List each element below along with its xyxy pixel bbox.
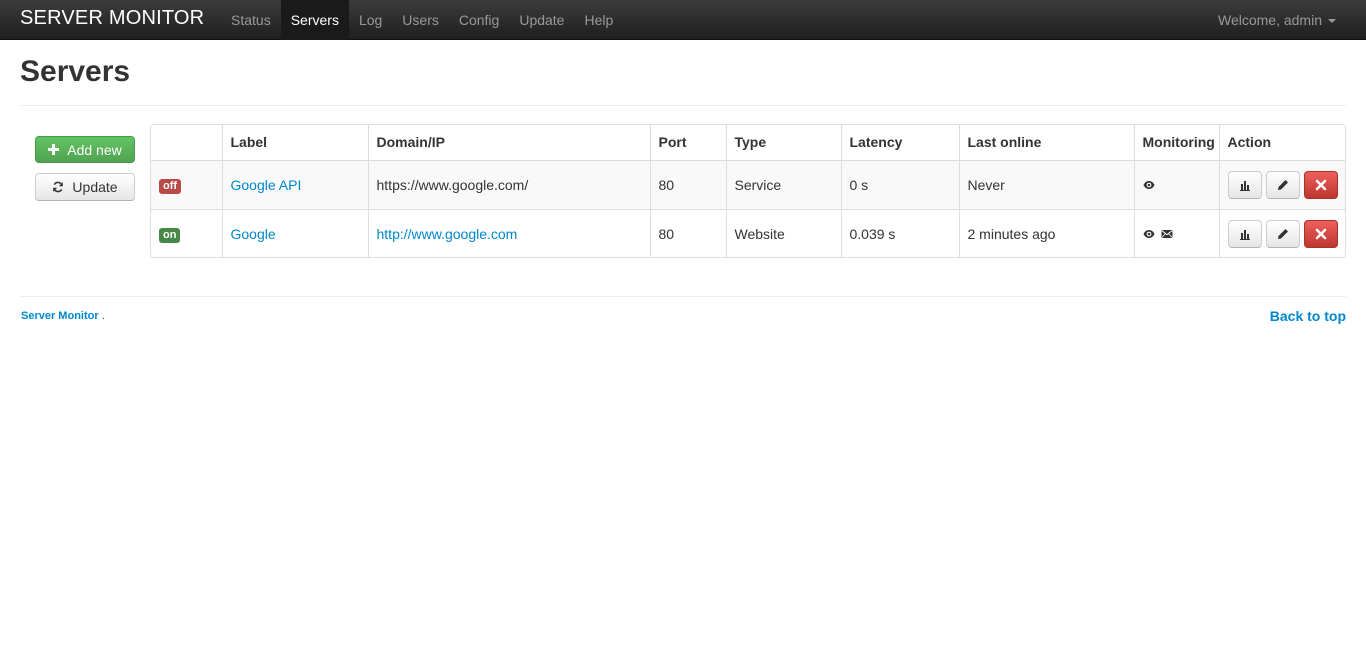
eye-icon bbox=[1143, 229, 1154, 238]
edit-button[interactable] bbox=[1265, 170, 1300, 199]
remove-icon bbox=[1315, 228, 1326, 240]
bar-chart-icon bbox=[1239, 180, 1250, 191]
type-cell: Website bbox=[725, 209, 841, 257]
plus-icon bbox=[48, 144, 60, 155]
column-header-monitoring: Monitoring bbox=[1133, 125, 1219, 160]
footer-dot: . bbox=[101, 310, 105, 322]
stats-button[interactable] bbox=[1227, 170, 1262, 199]
column-header-last-online: Last online bbox=[958, 125, 1134, 160]
nav-item-users[interactable]: Users bbox=[392, 0, 449, 40]
status-badge: off bbox=[159, 178, 182, 194]
add-new-label: Add new bbox=[67, 141, 122, 158]
refresh-icon bbox=[53, 181, 64, 193]
monitoring-cell bbox=[1133, 209, 1219, 257]
column-header-action: Action bbox=[1218, 125, 1345, 160]
domain-cell: http://www.google.com bbox=[367, 209, 650, 257]
main-nav: Status Servers Log Users Config Update H… bbox=[221, 0, 623, 40]
column-header-status bbox=[151, 125, 222, 160]
remove-icon bbox=[1315, 179, 1326, 190]
caret-down-icon bbox=[1328, 19, 1336, 23]
stats-button[interactable] bbox=[1227, 219, 1262, 248]
nav-item-servers[interactable]: Servers bbox=[280, 0, 349, 40]
column-header-port: Port bbox=[649, 125, 726, 160]
latency-cell: 0.039 s bbox=[840, 209, 959, 257]
delete-button[interactable] bbox=[1303, 170, 1338, 199]
delete-button[interactable] bbox=[1303, 219, 1338, 248]
nav-item-config[interactable]: Config bbox=[449, 0, 509, 40]
welcome-text: Welcome, admin bbox=[1217, 12, 1322, 28]
label-cell: Google bbox=[221, 209, 368, 257]
add-new-button[interactable]: Add new bbox=[35, 136, 135, 163]
pencil-icon bbox=[1277, 179, 1288, 190]
column-header-latency: Latency bbox=[840, 125, 959, 160]
footer-brand: Server Monitor . bbox=[21, 310, 105, 322]
last-online-cell: 2 minutes ago bbox=[958, 209, 1134, 257]
footer-brand-link[interactable]: Server Monitor bbox=[21, 310, 99, 322]
bar-chart-icon bbox=[1239, 229, 1250, 240]
brand-logo[interactable]: SERVER MONITOR bbox=[20, 7, 204, 30]
footer-divider bbox=[20, 296, 1346, 297]
servers-table: Label Domain/IP Port Type Latency Last o… bbox=[150, 124, 1346, 258]
eye-icon bbox=[1143, 180, 1154, 189]
action-cell bbox=[1218, 160, 1345, 209]
label-cell: Google API bbox=[221, 160, 368, 209]
table-header-row: Label Domain/IP Port Type Latency Last o… bbox=[151, 125, 1345, 160]
server-label-link[interactable]: Google bbox=[231, 226, 276, 242]
back-to-top-link[interactable]: Back to top bbox=[1270, 308, 1346, 324]
column-header-label: Label bbox=[221, 125, 368, 160]
status-badge: on bbox=[159, 227, 181, 243]
pencil-icon bbox=[1277, 228, 1288, 239]
status-cell: on bbox=[151, 209, 222, 257]
latency-cell: 0 s bbox=[840, 160, 959, 209]
update-button[interactable]: Update bbox=[35, 173, 135, 201]
update-label: Update bbox=[72, 179, 118, 195]
type-cell: Service bbox=[725, 160, 841, 209]
port-cell: 80 bbox=[649, 160, 726, 209]
table-row: on Google http://www.google.com 80 Websi… bbox=[151, 209, 1345, 257]
page-title: Servers bbox=[20, 55, 131, 88]
status-cell: off bbox=[151, 160, 222, 209]
server-label-link[interactable]: Google API bbox=[231, 177, 302, 193]
column-header-type: Type bbox=[725, 125, 841, 160]
nav-item-log[interactable]: Log bbox=[349, 0, 392, 40]
edit-button[interactable] bbox=[1265, 219, 1300, 248]
last-online-cell: Never bbox=[958, 160, 1134, 209]
user-menu[interactable]: Welcome, admin bbox=[1218, 0, 1336, 40]
navbar: SERVER MONITOR Status Servers Log Users … bbox=[0, 0, 1366, 40]
divider bbox=[20, 105, 1346, 106]
table-row: off Google API https://www.google.com/ 8… bbox=[151, 160, 1345, 209]
domain-link[interactable]: http://www.google.com bbox=[377, 226, 518, 242]
action-cell bbox=[1218, 209, 1345, 257]
envelope-icon bbox=[1160, 229, 1173, 238]
nav-item-status[interactable]: Status bbox=[221, 0, 281, 40]
port-cell: 80 bbox=[649, 209, 726, 257]
nav-item-help[interactable]: Help bbox=[574, 0, 623, 40]
monitoring-cell bbox=[1133, 160, 1219, 209]
domain-cell: https://www.google.com/ bbox=[367, 160, 650, 209]
column-header-domain: Domain/IP bbox=[367, 125, 650, 160]
nav-item-update[interactable]: Update bbox=[509, 0, 574, 40]
